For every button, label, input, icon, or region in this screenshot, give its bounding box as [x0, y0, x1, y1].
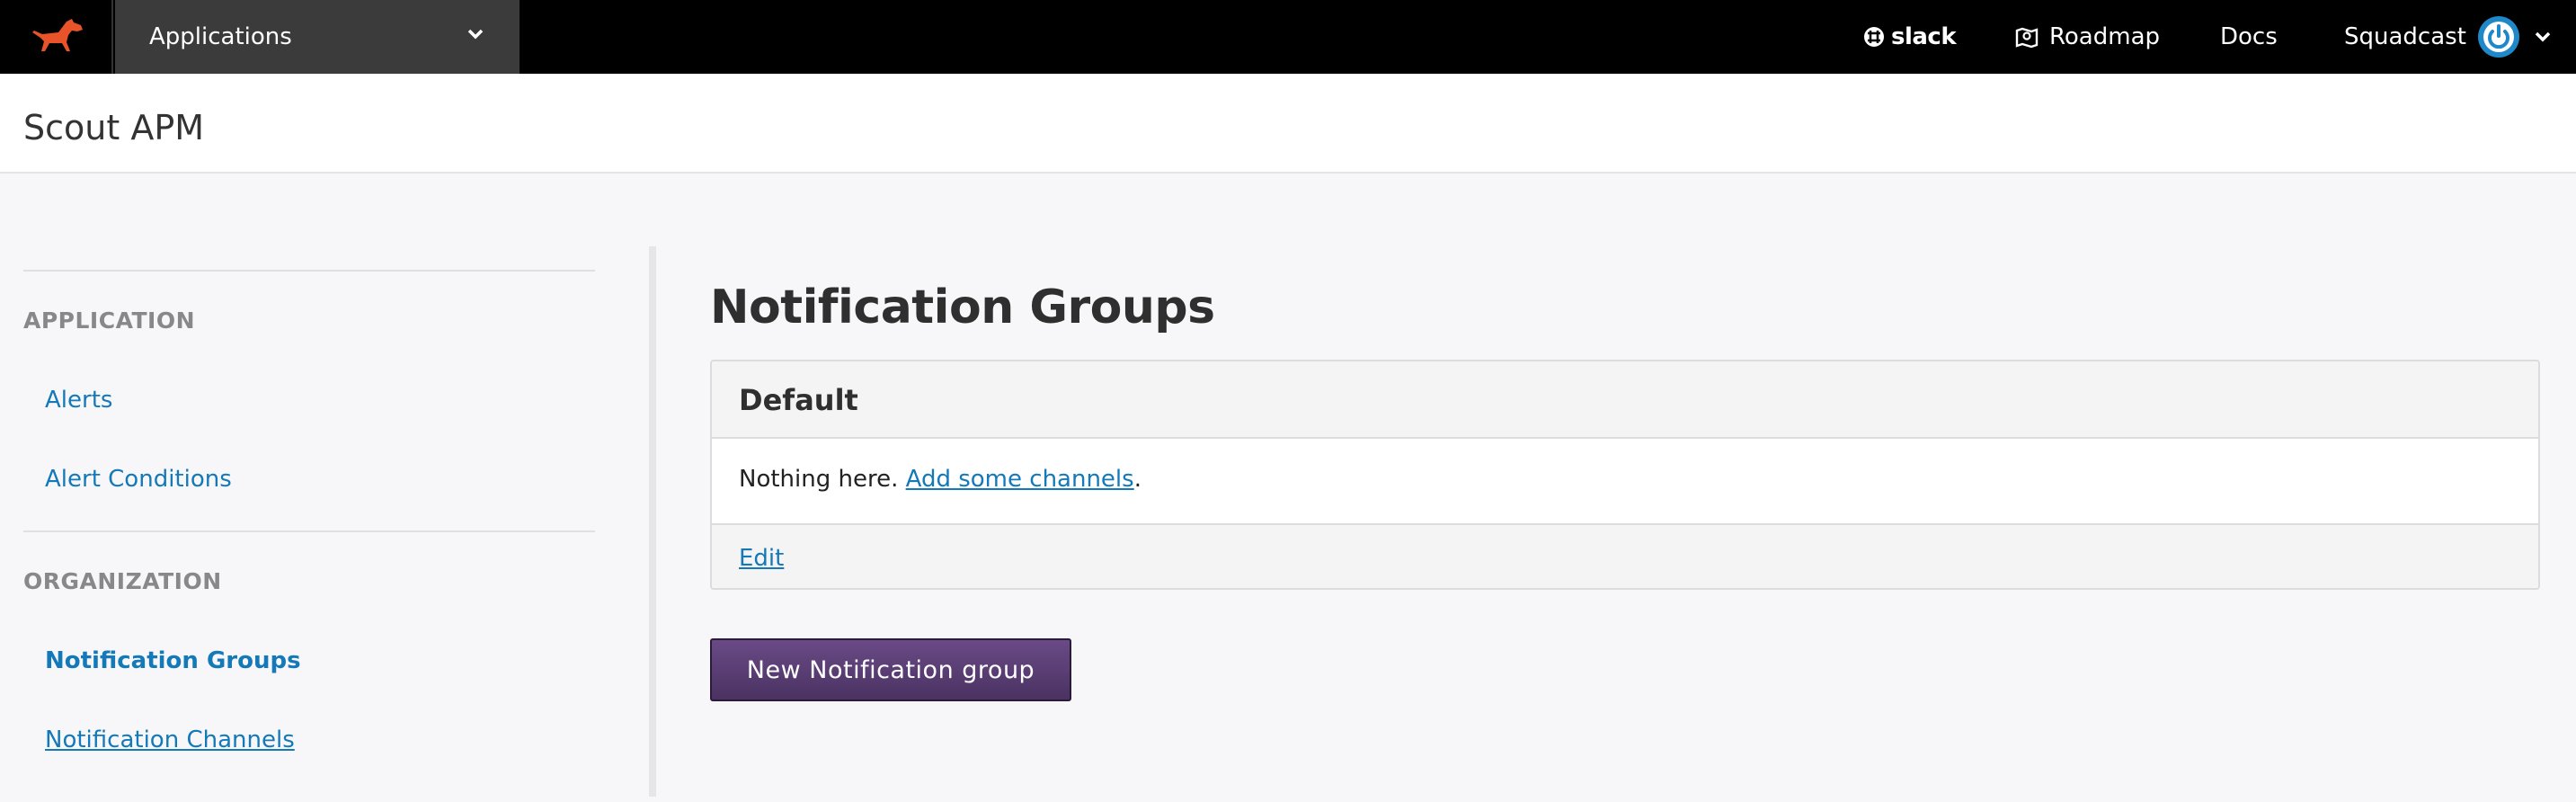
slack-link[interactable]: slack	[1862, 0, 1957, 74]
chevron-down-icon	[467, 29, 484, 40]
sidebar-heading-organization: ORGANIZATION	[23, 568, 222, 594]
add-channels-link[interactable]: Add some channels	[906, 466, 1134, 493]
user-name: Squadcast	[2344, 23, 2466, 50]
sidebar-divider	[23, 270, 595, 272]
sidebar-heading-application: APPLICATION	[23, 307, 196, 334]
docs-link[interactable]: Docs	[2220, 0, 2278, 74]
chevron-down-icon	[2535, 31, 2551, 42]
sidebar-item-alert-conditions[interactable]: Alert Conditions	[45, 466, 232, 493]
slack-icon	[1864, 27, 1884, 47]
sidebar-item-alerts[interactable]: Alerts	[45, 387, 112, 414]
dog-logo-icon	[32, 19, 83, 51]
page-title: Notification Groups	[710, 281, 1215, 334]
roadmap-icon	[2015, 27, 2039, 49]
org-title: Scout APM	[23, 108, 205, 147]
group-name: Default	[739, 383, 858, 417]
sidebar-item-notification-groups[interactable]: Notification Groups	[45, 647, 301, 674]
user-menu[interactable]: Squadcast	[2344, 0, 2553, 74]
panel-header: Default	[712, 361, 2538, 439]
new-notification-group-button[interactable]: New Notification group	[710, 638, 1071, 701]
sidebar-item-notification-channels[interactable]: Notification Channels	[45, 726, 295, 753]
empty-text: Nothing here.	[739, 466, 899, 493]
panel-footer: Edit	[712, 523, 2538, 588]
sidebar-divider	[23, 530, 595, 532]
applications-dropdown-label: Applications	[149, 23, 292, 50]
slack-label: slack	[1891, 23, 1957, 50]
page-header: Scout APM	[0, 74, 2576, 174]
notification-group-panel: Default Nothing here. Add some channels.…	[710, 360, 2540, 590]
panel-body: Nothing here. Add some channels.	[739, 466, 1141, 493]
applications-dropdown[interactable]: Applications	[115, 0, 520, 74]
roadmap-label: Roadmap	[2049, 23, 2161, 50]
edit-link[interactable]: Edit	[739, 545, 784, 572]
roadmap-link[interactable]: Roadmap	[2013, 0, 2160, 74]
top-navbar: Applications slack Roadmap Docs Squadcas…	[0, 0, 2576, 74]
scout-logo[interactable]	[0, 0, 113, 74]
power-icon	[2477, 16, 2519, 58]
trailing-period: .	[1133, 466, 1141, 493]
content-divider	[649, 246, 656, 797]
docs-label: Docs	[2220, 23, 2278, 50]
